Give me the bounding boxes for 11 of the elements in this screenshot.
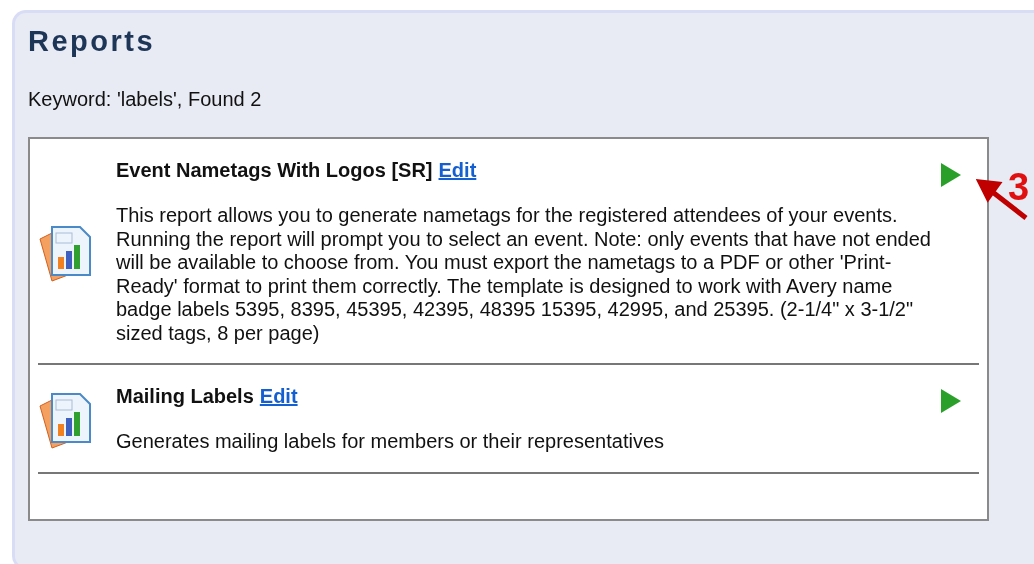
edit-link[interactable]: Edit [259, 385, 298, 408]
annotation-number: 3 [1008, 166, 1030, 209]
panel-title: Reports [28, 25, 157, 58]
report-title: Event Nametags With Logos [SR] [116, 159, 433, 182]
report-title: Mailing Labels [116, 385, 254, 408]
run-icon[interactable] [939, 161, 963, 189]
run-icon[interactable] [939, 387, 963, 415]
search-summary: Keyword: 'labels', Found 2 [28, 88, 263, 111]
edit-link[interactable]: Edit [438, 159, 477, 182]
report-description: This report allows you to generate nametags for the registered attendees of your events. Running the report will prompt you to select an event. Note: only events that have not ended will be available to choose from. You must export the nametags to a PDF or other 'Print-Ready' format to print them correctly. The template is designed to work with Avery name badge labels 5395, 8395, 45395, 42395, 48395 15395, 42995, and 25395. (2-1/4" x 3-1/2" sized tags, 8 per page) [116, 204, 932, 345]
report-description: Generates mailing labels for members or their representatives [116, 430, 666, 454]
